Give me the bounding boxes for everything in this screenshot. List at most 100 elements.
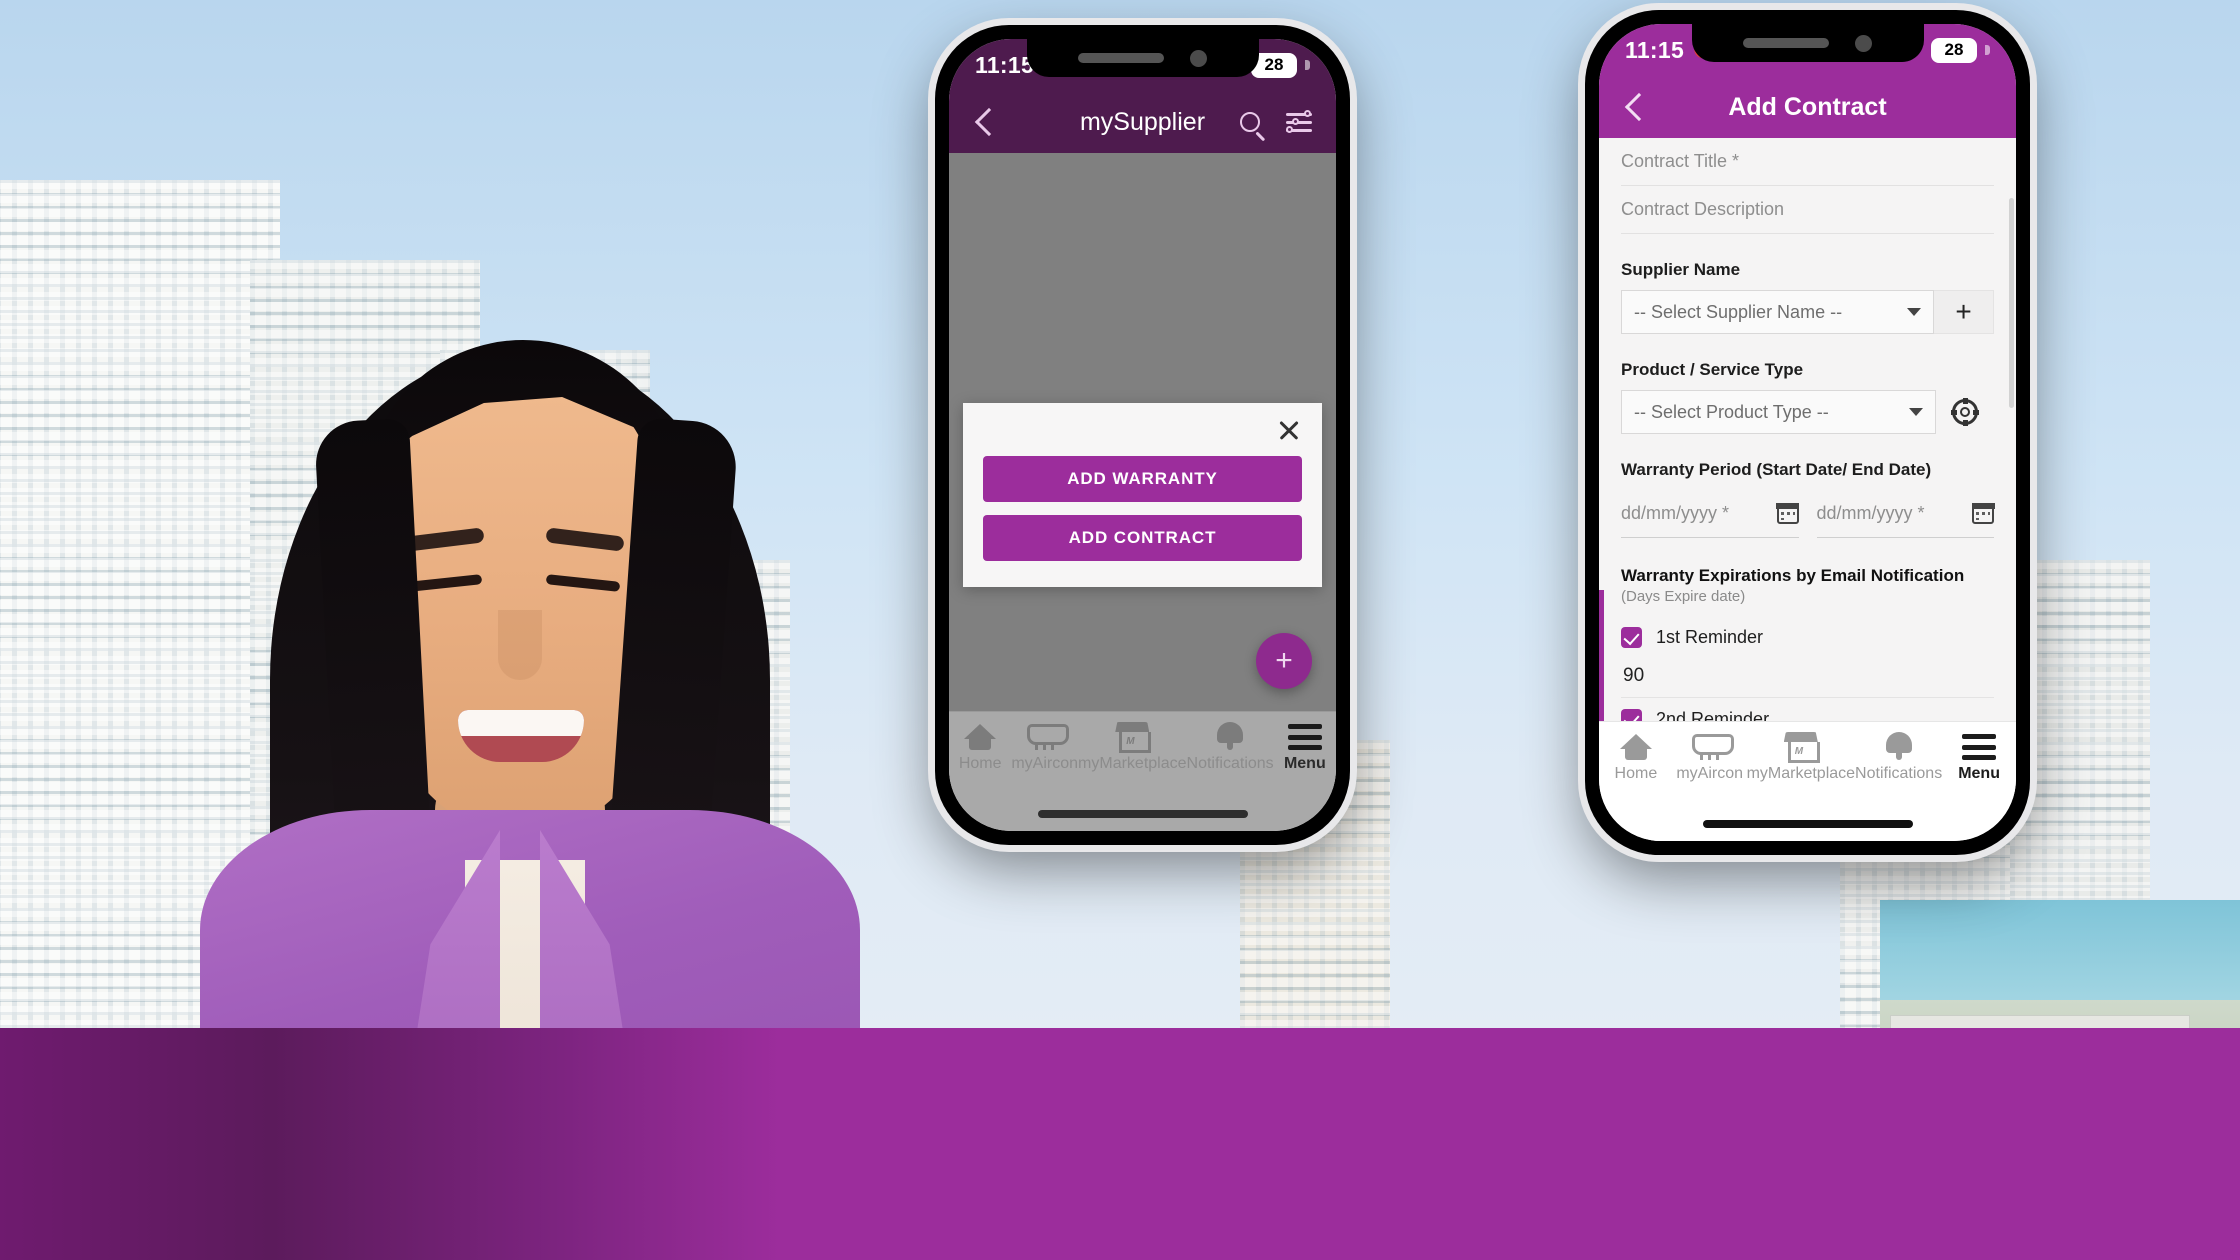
- front-camera: [1855, 34, 1872, 52]
- notification-title-text: Warranty Expirations by Email Notificati…: [1621, 566, 1965, 585]
- home-indicator-bar: [949, 797, 1336, 831]
- home-indicator[interactable]: [1702, 820, 1913, 828]
- reminder-label: 1st Reminder: [1656, 626, 1764, 647]
- end-date-placeholder: dd/mm/yyyy *: [1816, 503, 1925, 523]
- gear-icon: [1951, 398, 1979, 426]
- reminder-days-input[interactable]: 90: [1621, 654, 1994, 698]
- close-icon[interactable]: [1276, 417, 1302, 443]
- app-bar: mySupplier: [949, 91, 1336, 153]
- action-modal: ADD WARRANTY ADD CONTRACT: [963, 403, 1322, 587]
- bell-icon: [1217, 720, 1244, 750]
- nav-item-mymarketplace[interactable]: M myMarketplace: [1747, 730, 1855, 783]
- app-bar-title: Add Contract: [1728, 92, 1887, 121]
- earpiece-speaker: [1078, 53, 1164, 63]
- add-supplier-button[interactable]: +: [1934, 290, 1994, 334]
- supplier-name-row: -- Select Supplier Name -- +: [1621, 290, 1994, 334]
- nav-label: Notifications: [1855, 765, 1943, 782]
- home-icon: [964, 720, 997, 750]
- status-time: 11:15: [1625, 36, 1685, 63]
- nose: [498, 610, 542, 680]
- product-type-select[interactable]: -- Select Product Type --: [1621, 390, 1936, 434]
- end-date-input[interactable]: dd/mm/yyyy *: [1816, 490, 1995, 538]
- phone-mockup-supplier: 11:15 🔇 28 mySupplier: [935, 25, 1350, 845]
- nav-item-notifications[interactable]: Notifications: [1187, 720, 1274, 773]
- scrollbar[interactable]: [2009, 198, 2014, 408]
- home-icon: [1619, 730, 1652, 760]
- product-type-value: -- Select Product Type --: [1634, 401, 1829, 422]
- brand-band-gradient: [0, 1028, 780, 1260]
- product-settings-button[interactable]: [1936, 390, 1994, 434]
- nav-label: Home: [1614, 765, 1658, 782]
- calendar-icon[interactable]: [1776, 502, 1799, 524]
- start-date-placeholder: dd/mm/yyyy *: [1621, 503, 1730, 523]
- filter-sliders-icon[interactable]: [1286, 110, 1312, 133]
- battery-tip: [1305, 60, 1310, 70]
- status-time: 11:15: [975, 51, 1035, 78]
- nav-label: Menu: [1283, 755, 1326, 772]
- nav-item-home[interactable]: Home: [1599, 730, 1673, 783]
- hamburger-menu-icon: [1287, 720, 1322, 750]
- reminder-row: 2nd Reminder 60: [1621, 702, 1994, 721]
- warranty-period-label: Warranty Period (Start Date/ End Date): [1621, 460, 1932, 479]
- nav-label: myAircon: [1676, 765, 1744, 782]
- marketplace-icon: M: [1115, 720, 1152, 753]
- bell-icon: [1885, 730, 1912, 760]
- battery-indicator: 28: [1931, 37, 1977, 63]
- warranty-date-row: dd/mm/yyyy * dd/mm/yyyy *: [1621, 490, 1995, 538]
- bottom-navigation: Home myAircon M myMarketplace Notificati…: [949, 711, 1336, 797]
- plus-icon: +: [1955, 296, 1972, 327]
- app-bar: Add Contract: [1599, 76, 2016, 138]
- nav-item-notifications[interactable]: Notifications: [1855, 730, 1942, 783]
- nav-label: myMarketplace: [1746, 765, 1856, 782]
- smiling-mouth: [458, 710, 584, 762]
- reminder-checkbox[interactable]: [1621, 708, 1642, 721]
- supplier-name-label: Supplier Name: [1621, 260, 1741, 279]
- notification-section-title: Warranty Expirations by Email Notificati…: [1621, 566, 1994, 606]
- nav-item-home[interactable]: Home: [949, 720, 1011, 773]
- accent-edge: [1599, 590, 1604, 721]
- reminder-header: 2nd Reminder: [1621, 702, 1994, 721]
- contract-description-input[interactable]: Contract Description: [1621, 186, 1994, 234]
- home-indicator[interactable]: [1037, 810, 1248, 818]
- calendar-icon[interactable]: [1971, 502, 1995, 524]
- phone-notch: [1026, 39, 1259, 77]
- back-icon[interactable]: [1624, 92, 1654, 122]
- product-type-label: Product / Service Type: [1621, 360, 1804, 379]
- aircon-icon: [1691, 730, 1734, 760]
- nav-label: myMarketplace: [1078, 755, 1187, 772]
- nav-item-mymarketplace[interactable]: M myMarketplace: [1078, 720, 1187, 773]
- back-icon[interactable]: [974, 107, 1004, 137]
- reminder-label: 2nd Reminder: [1656, 708, 1770, 722]
- add-floating-action-button[interactable]: +: [1256, 633, 1312, 689]
- add-contract-form: Contract Title * Contract Description Su…: [1599, 138, 2016, 721]
- product-type-row: -- Select Product Type --: [1621, 390, 1994, 434]
- phone-notch: [1691, 24, 1924, 62]
- teeth: [458, 710, 584, 736]
- marketplace-icon: M: [1784, 730, 1820, 763]
- nav-item-myaircon[interactable]: myAircon: [1011, 720, 1078, 773]
- supplier-name-select[interactable]: -- Select Supplier Name --: [1621, 290, 1934, 334]
- phone-screen: 11:15 🔇 28 mySupplier: [949, 39, 1336, 831]
- search-icon[interactable]: [1240, 112, 1260, 132]
- start-date-input[interactable]: dd/mm/yyyy *: [1621, 490, 1799, 538]
- phone-mockup-add-contract: 11:15 🔇 28 Add Contract Contract Title *…: [1585, 10, 2030, 855]
- chevron-down-icon: [1909, 408, 1923, 416]
- bottom-navigation: Home myAircon M myMarketplace Notificati…: [1599, 721, 2016, 807]
- hamburger-menu-icon: [1962, 730, 1997, 760]
- supplier-name-value: -- Select Supplier Name --: [1634, 301, 1843, 322]
- nav-item-menu[interactable]: Menu: [1942, 730, 2016, 783]
- reminder-checkbox[interactable]: [1621, 626, 1642, 648]
- aircon-icon: [1026, 720, 1069, 750]
- modal-header: [983, 417, 1302, 443]
- nav-item-myaircon[interactable]: myAircon: [1673, 730, 1747, 783]
- add-warranty-button[interactable]: ADD WARRANTY: [983, 456, 1302, 502]
- chevron-down-icon: [1907, 308, 1921, 316]
- front-camera: [1190, 49, 1207, 67]
- nav-item-menu[interactable]: Menu: [1274, 720, 1336, 773]
- add-contract-button[interactable]: ADD CONTRACT: [983, 515, 1302, 561]
- battery-tip: [1985, 45, 1990, 55]
- nav-label: Notifications: [1186, 755, 1274, 772]
- app-bar-actions: [1240, 110, 1312, 133]
- notification-subtitle-text: (Days Expire date): [1621, 588, 1746, 605]
- contract-title-input[interactable]: Contract Title *: [1621, 138, 1994, 186]
